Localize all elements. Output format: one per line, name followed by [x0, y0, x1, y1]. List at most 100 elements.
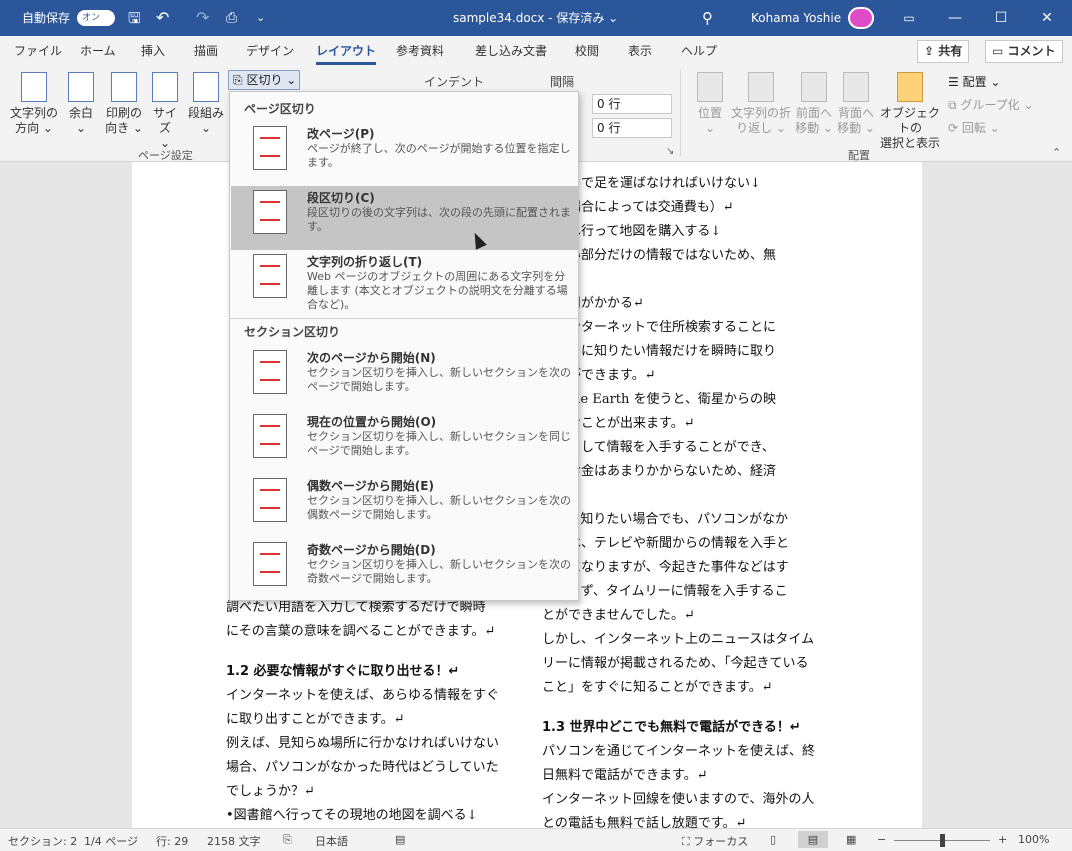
- zoom-level[interactable]: 100%: [1018, 833, 1049, 846]
- menu-item-even-page[interactable]: 偶数ページから開始(E) セクション区切りを挿入し、新しいセクションを次の偶数ペ…: [231, 474, 579, 538]
- menu-item-text-wrapping[interactable]: 文字列の折り返し(T) Web ページのオブジェクトの周囲にある文字列を分離しま…: [231, 250, 579, 314]
- tab-draw[interactable]: 描画: [194, 42, 218, 59]
- print-icon[interactable]: ⎙: [226, 0, 237, 36]
- position-button[interactable]: 位置 ⌄: [692, 72, 728, 136]
- tab-insert[interactable]: 挿入: [141, 42, 165, 59]
- autosave-toggle[interactable]: オン: [77, 10, 115, 26]
- menu-item-column-break[interactable]: 段区切り(C) 段区切りの後の文字列は、次の段の先頭に配置されます。: [231, 186, 579, 250]
- text-wrapping-icon: [253, 254, 287, 298]
- read-mode-icon[interactable]: ▯: [770, 833, 776, 846]
- collapse-ribbon-icon[interactable]: ⌃: [1052, 146, 1061, 159]
- align-icon: ☰: [948, 75, 959, 89]
- paragraph-dialog-launcher-icon[interactable]: ↘: [666, 146, 674, 157]
- tab-layout[interactable]: レイアウト: [316, 42, 377, 65]
- status-language[interactable]: 日本語: [315, 833, 348, 849]
- menu-item-page-break[interactable]: 改ページ(P) ページが終了し、次のページが開始する位置を指定します。: [231, 122, 579, 186]
- section-breaks-header: セクション区切り: [244, 325, 341, 339]
- title-bar: 自動保存 オン 🖫 ↶ ↷ ⎙ ⌄ sample34.docx - 保存済み ⌄…: [0, 0, 1072, 36]
- selection-pane-icon: [897, 72, 923, 102]
- print-layout-icon[interactable]: ▤: [798, 831, 828, 848]
- undo-icon[interactable]: ↶: [156, 0, 169, 36]
- rotate-icon: ⟳: [948, 121, 959, 135]
- comment-button[interactable]: ▭ コメント: [985, 40, 1063, 63]
- even-page-icon: [253, 478, 287, 522]
- tab-review[interactable]: 校閲: [575, 42, 599, 59]
- tab-home[interactable]: ホーム: [80, 42, 116, 59]
- tab-file[interactable]: ファイル: [14, 42, 62, 59]
- maximize-icon[interactable]: ☐: [978, 0, 1024, 36]
- zoom-out-icon[interactable]: −: [877, 833, 886, 846]
- wrap-text-icon: [748, 72, 774, 102]
- orientation-icon: [111, 72, 137, 102]
- spacing-after-input[interactable]: 0 行: [592, 118, 672, 138]
- tab-mailings[interactable]: 差し込み文書: [475, 42, 547, 59]
- bring-forward-button[interactable]: 前面へ 移動 ⌄: [794, 72, 834, 136]
- menu-item-next-page[interactable]: 次のページから開始(N) セクション区切りを挿入し、新しいセクションを次のページ…: [231, 346, 579, 410]
- group-button[interactable]: ⧉ グループ化 ⌄: [948, 96, 1034, 113]
- indent-label: インデント: [424, 75, 485, 89]
- spacing-label: 間隔: [550, 75, 575, 89]
- tab-view[interactable]: 表示: [628, 42, 652, 59]
- columns-button[interactable]: 段組み ⌄: [187, 72, 225, 136]
- menu-item-odd-page[interactable]: 奇数ページから開始(D) セクション区切りを挿入し、新しいセクションを次の奇数ペ…: [231, 538, 579, 602]
- send-backward-button[interactable]: 背面へ 移動 ⌄: [836, 72, 876, 136]
- save-icon[interactable]: 🖫: [128, 0, 141, 36]
- avatar[interactable]: [848, 7, 874, 29]
- document-title: sample34.docx - 保存済み ⌄: [453, 11, 619, 25]
- status-bar: セクション: 2 1/4 ページ 行: 29 2158 文字 ⎘ 日本語 ▤ ⛶…: [0, 828, 1072, 851]
- status-section[interactable]: セクション: 2: [8, 833, 77, 849]
- right-column: 書館まで足を運ばなければいけない↓ 間・場合によっては交通費も）↵ さんへ行って…: [542, 176, 816, 828]
- comment-label: コメント: [1007, 44, 1056, 58]
- tab-design[interactable]: デザイン: [246, 42, 294, 59]
- zoom-in-icon[interactable]: +: [998, 833, 1007, 846]
- breaks-menu: ページ区切り 改ページ(P) ページが終了し、次のページが開始する位置を指定しま…: [229, 91, 579, 601]
- user-name[interactable]: Kohama Yoshie: [751, 0, 841, 36]
- align-button[interactable]: ☰ 配置 ⌄: [948, 73, 1000, 90]
- text-direction-button[interactable]: 文字列の 方向 ⌄: [8, 72, 60, 136]
- margins-icon: [68, 72, 94, 102]
- web-layout-icon[interactable]: ▦: [846, 833, 856, 846]
- spacing-before-input[interactable]: 0 行: [592, 94, 672, 114]
- breaks-icon: ⎘: [233, 73, 243, 87]
- menu-item-continuous[interactable]: 現在の位置から開始(O) セクション区切りを挿入し、新しいセクションを同じページ…: [231, 410, 579, 474]
- customize-qat-icon[interactable]: ⌄: [256, 0, 265, 36]
- next-page-icon: [253, 350, 287, 394]
- group-icon: ⧉: [948, 98, 957, 112]
- page-break-icon: [253, 126, 287, 170]
- autosave-label: 自動保存: [22, 11, 71, 25]
- minimize-icon[interactable]: —: [932, 0, 978, 36]
- focus-icon: ⛶: [682, 835, 690, 848]
- close-icon[interactable]: ✕: [1024, 0, 1070, 36]
- page-breaks-header: ページ区切り: [244, 102, 316, 116]
- column-break-icon: [253, 190, 287, 234]
- search-icon[interactable]: ⚲: [702, 0, 713, 36]
- proofing-icon[interactable]: ⎘: [283, 833, 292, 847]
- share-button[interactable]: ⇪ 共有: [917, 40, 970, 63]
- focus-button[interactable]: ⛶ フォーカス: [682, 833, 748, 849]
- status-word-count[interactable]: 2158 文字: [207, 833, 261, 849]
- orientation-button[interactable]: 印刷の 向き ⌄: [102, 72, 146, 136]
- zoom-slider-thumb[interactable]: [940, 834, 945, 847]
- macro-icon[interactable]: ▤: [395, 833, 405, 846]
- margins-button[interactable]: 余白 ⌄: [64, 72, 98, 136]
- text-direction-icon: [21, 72, 47, 102]
- size-icon: [152, 72, 178, 102]
- size-button[interactable]: サイズ ⌄: [148, 72, 182, 151]
- heading-1-2: 1.2 必要な情報がすぐに取り出せる！↵: [226, 664, 460, 679]
- columns-icon: [193, 72, 219, 102]
- rotate-button[interactable]: ⟳ 回転 ⌄: [948, 119, 1000, 136]
- wrap-text-button[interactable]: 文字列の折 り返し ⌄: [730, 72, 792, 136]
- tab-help[interactable]: ヘルプ: [681, 42, 717, 59]
- redo-icon[interactable]: ↷: [196, 0, 209, 36]
- page-setup-group-label: ページ設定: [138, 149, 193, 162]
- left-column: 調べたい用語を入力して検索するだけで瞬時 にその言葉の意味を調べることができます…: [226, 600, 500, 823]
- odd-page-icon: [253, 542, 287, 586]
- breaks-button[interactable]: ⎘ 区切り ⌄: [228, 70, 300, 90]
- tab-references[interactable]: 参考資料: [396, 42, 444, 59]
- selection-pane-button[interactable]: オブジェクトの 選択と表示: [878, 72, 942, 151]
- status-page[interactable]: 1/4 ページ: [84, 833, 138, 849]
- status-line[interactable]: 行: 29: [156, 833, 188, 849]
- arrange-group-label: 配置: [848, 149, 870, 162]
- ribbon-display-icon[interactable]: ▭: [886, 0, 932, 36]
- position-icon: [697, 72, 723, 102]
